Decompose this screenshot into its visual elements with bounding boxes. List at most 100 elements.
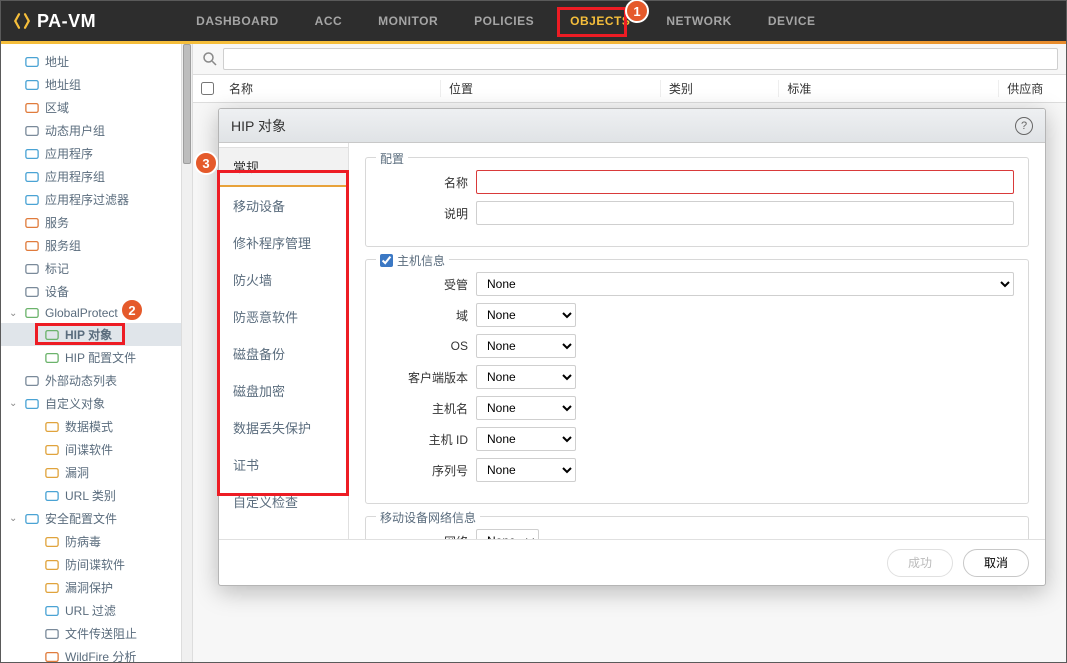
input-desc[interactable] — [476, 201, 1014, 225]
chevron-down-icon: ⌄ — [9, 513, 19, 524]
sidebar-item[interactable]: 应用程序过滤器 — [1, 188, 181, 211]
sidebar-item-label: 安全配置文件 — [45, 510, 117, 527]
sidebar-item[interactable]: 应用程序组 — [1, 165, 181, 188]
tree-node-icon — [45, 420, 59, 434]
col-criteria[interactable]: 标准 — [779, 80, 999, 97]
sidebar-item[interactable]: 标记 — [1, 257, 181, 280]
search-input[interactable] — [223, 48, 1058, 70]
sidebar-item[interactable]: 服务组 — [1, 234, 181, 257]
callout-badge-3: 3 — [194, 151, 218, 175]
sidebar-item-label: URL 类别 — [65, 487, 116, 504]
tree-node-icon — [45, 627, 59, 641]
sidebar-item[interactable]: 服务 — [1, 211, 181, 234]
callout-badge-1: 1 — [625, 0, 649, 23]
sidebar-item-label: 文件传送阻止 — [65, 625, 137, 642]
fieldset-host: 主机信息 受管None域NoneOSNone客户端版本None主机名None主机… — [365, 259, 1029, 504]
sidebar-item[interactable]: 应用程序 — [1, 142, 181, 165]
sidebar-item-label: 自定义对象 — [45, 395, 105, 412]
sidebar-item[interactable]: ⌄ 自定义对象 — [1, 392, 181, 415]
sidebar-item-label: 应用程序 — [45, 145, 93, 162]
sidebar-item[interactable]: 防间谍软件 — [1, 553, 181, 576]
checkbox-host-info[interactable] — [380, 254, 393, 267]
tree-node-icon — [25, 374, 39, 388]
sidebar-item[interactable]: HIP 配置文件 — [1, 346, 181, 369]
nav-item-dashboard[interactable]: DASHBOARD — [196, 14, 279, 28]
cancel-button[interactable]: 取消 — [963, 549, 1029, 577]
brand-logo: PA-VM — [13, 11, 96, 32]
tree-node-icon — [25, 78, 39, 92]
host-row-select[interactable]: None — [476, 303, 576, 327]
sidebar-item[interactable]: 防病毒 — [1, 530, 181, 553]
tree-node-icon — [45, 604, 59, 618]
sidebar-item[interactable]: 文件传送阻止 — [1, 622, 181, 645]
sidebar-scrollbar[interactable] — [181, 44, 193, 662]
tree-node-icon — [25, 101, 39, 115]
col-vendor[interactable]: 供应商 — [999, 80, 1066, 97]
callout-box-3 — [217, 170, 349, 496]
legend-host: 主机信息 — [376, 252, 449, 269]
callout-badge-2: 2 — [120, 298, 144, 322]
nav-item-policies[interactable]: POLICIES — [474, 14, 534, 28]
sidebar-item[interactable]: 外部动态列表 — [1, 369, 181, 392]
sidebar-item[interactable]: 漏洞保护 — [1, 576, 181, 599]
sidebar-item[interactable]: 间谍软件 — [1, 438, 181, 461]
dialog-footer: 成功 取消 — [219, 539, 1045, 585]
nav-item-network[interactable]: NETWORK — [666, 14, 732, 28]
tree-node-icon — [25, 262, 39, 276]
col-name[interactable]: 名称 — [221, 80, 441, 97]
sidebar-item-label: URL 过滤 — [65, 602, 116, 619]
input-name[interactable] — [476, 170, 1014, 194]
sidebar-item[interactable]: 区域 — [1, 96, 181, 119]
select-all-cell — [193, 82, 221, 95]
sidebar-item[interactable]: ⌄ 安全配置文件 — [1, 507, 181, 530]
sidebar-item[interactable]: WildFire 分析 — [1, 645, 181, 662]
host-row-label: 主机名 — [380, 400, 468, 417]
tree-node-icon — [45, 581, 59, 595]
sidebar-item[interactable]: 数据模式 — [1, 415, 181, 438]
sidebar-item[interactable]: ⌄GlobalProtect — [1, 303, 181, 323]
host-row-label: 主机 ID — [380, 431, 468, 448]
nav-item-acc[interactable]: ACC — [315, 14, 343, 28]
nav-items: DASHBOARDACCMONITORPOLICIESOBJECTSNETWOR… — [196, 14, 815, 28]
sidebar-item[interactable]: URL 类别 — [1, 484, 181, 507]
sidebar-item[interactable]: 设备 — [1, 280, 181, 303]
brand-text: PA-VM — [37, 11, 96, 32]
nav-item-monitor[interactable]: MONITOR — [378, 14, 438, 28]
sidebar-item[interactable]: 地址组 — [1, 73, 181, 96]
sidebar-item[interactable]: 地址 — [1, 50, 181, 73]
sidebar-item[interactable]: 漏洞 — [1, 461, 181, 484]
select-network[interactable]: None — [476, 529, 539, 539]
tree-node-icon — [45, 351, 59, 365]
host-row-select[interactable]: None — [476, 334, 576, 358]
sidebar-item-label: 应用程序组 — [45, 168, 105, 185]
host-row-select[interactable]: None — [476, 396, 576, 420]
sidebar-item-label: 设备 — [45, 283, 69, 300]
sidebar-item-label: GlobalProtect — [45, 306, 118, 320]
fieldset-config: 配置 名称 说明 — [365, 157, 1029, 247]
tree-node-icon — [25, 239, 39, 253]
ok-button[interactable]: 成功 — [887, 549, 953, 577]
sidebar-item-label: 间谍软件 — [65, 441, 113, 458]
sidebar-item[interactable]: URL 过滤 — [1, 599, 181, 622]
chevron-down-icon: ⌄ — [9, 398, 19, 409]
host-row-select[interactable]: None — [476, 458, 576, 482]
col-category[interactable]: 类别 — [661, 80, 779, 97]
host-row-select[interactable]: None — [476, 427, 576, 451]
nav-item-device[interactable]: DEVICE — [768, 14, 816, 28]
host-row-select[interactable]: None — [476, 365, 576, 389]
tree-node-icon — [25, 193, 39, 207]
tree-node-icon — [25, 216, 39, 230]
select-all-checkbox[interactable] — [201, 82, 214, 95]
scroll-thumb[interactable] — [183, 44, 191, 164]
host-row-label: 客户端版本 — [380, 369, 468, 386]
tree-node-icon — [25, 306, 39, 320]
sidebar-item-label: 防间谍软件 — [65, 556, 125, 573]
fieldset-mobile: 移动设备网络信息 网络 None 该匹配条件仅适用于移动设备。 — [365, 516, 1029, 539]
help-icon[interactable]: ? — [1015, 117, 1033, 135]
col-location[interactable]: 位置 — [441, 80, 661, 97]
tree-node-icon — [25, 170, 39, 184]
dialog-header: HIP 对象 ? — [219, 109, 1045, 143]
host-row-select[interactable]: None — [476, 272, 1014, 296]
sidebar-item-label: 漏洞保护 — [65, 579, 113, 596]
sidebar-item[interactable]: 动态用户组 — [1, 119, 181, 142]
